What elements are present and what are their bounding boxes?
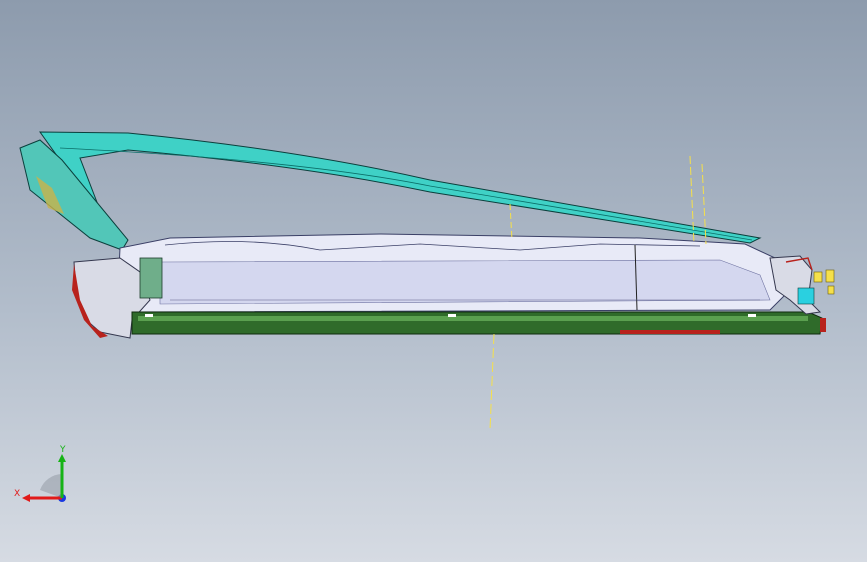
rail-red-strip xyxy=(620,330,720,334)
right-yellow-connectors xyxy=(813,269,835,295)
x-axis-label: X xyxy=(14,489,20,499)
cad-assembly-model[interactable] xyxy=(19,131,835,431)
y-axis-head xyxy=(58,454,66,462)
y-axis-label: Y xyxy=(59,445,66,455)
teal-frame-arm xyxy=(39,131,762,247)
triad-plane-shade xyxy=(40,474,62,498)
cad-3d-viewport[interactable] xyxy=(0,0,867,562)
left-small-component xyxy=(139,257,163,299)
right-cyan-part xyxy=(797,287,815,305)
rail-highlight xyxy=(138,316,808,321)
yellow-connector xyxy=(825,269,835,283)
construction-line xyxy=(509,203,513,241)
coordinate-triad[interactable]: X Y xyxy=(10,440,80,510)
right-end-bracket xyxy=(769,255,822,315)
right-small-red xyxy=(820,318,826,332)
yellow-connector xyxy=(827,285,835,295)
main-body-shade xyxy=(159,259,771,305)
yellow-connector xyxy=(813,271,823,283)
rail-fastener xyxy=(145,314,153,317)
rail-fastener xyxy=(448,314,456,317)
x-axis-head xyxy=(22,494,30,502)
construction-line xyxy=(489,333,495,431)
rail-fastener xyxy=(748,314,756,317)
